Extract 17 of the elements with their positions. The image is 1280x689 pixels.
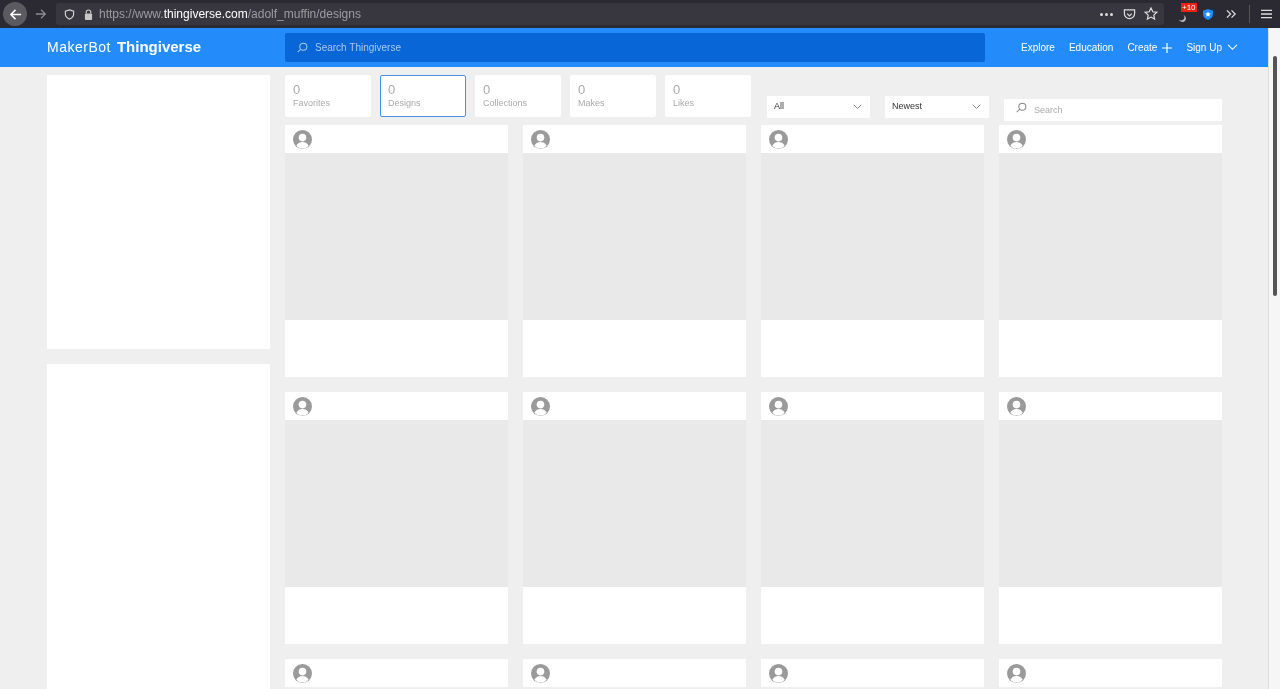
site-search-field[interactable]: Search Thingiverse bbox=[285, 33, 985, 62]
url-text: https://www.thingiverse.com/adolf_muffin/designs bbox=[99, 6, 361, 23]
stat-tab[interactable]: 0 Likes bbox=[665, 75, 751, 117]
stat-tab[interactable]: 0 Makes bbox=[570, 75, 656, 117]
sort-dropdown[interactable]: Newest bbox=[885, 96, 989, 118]
address-bar[interactable]: https://www.thingiverse.com/adolf_muffin/designs bbox=[56, 3, 1164, 25]
nav-link[interactable]: Create bbox=[1127, 40, 1173, 55]
stat-tab[interactable]: 0 Favorites bbox=[285, 75, 371, 117]
stat-tab[interactable]: 0 Designs bbox=[380, 75, 466, 117]
designs-search-field[interactable]: Search bbox=[1004, 99, 1222, 121]
stat-tab[interactable]: 0 Collections bbox=[475, 75, 561, 117]
notification-badge: +10 bbox=[1181, 3, 1197, 12]
nav-link[interactable]: Explore bbox=[1021, 40, 1055, 55]
nav-link[interactable]: Education bbox=[1068, 40, 1114, 55]
type-dropdown[interactable]: All bbox=[767, 96, 870, 118]
nav-link[interactable]: Sign Up bbox=[1186, 40, 1238, 55]
site-logo[interactable]: MakerBot Thingiverse bbox=[47, 36, 285, 59]
